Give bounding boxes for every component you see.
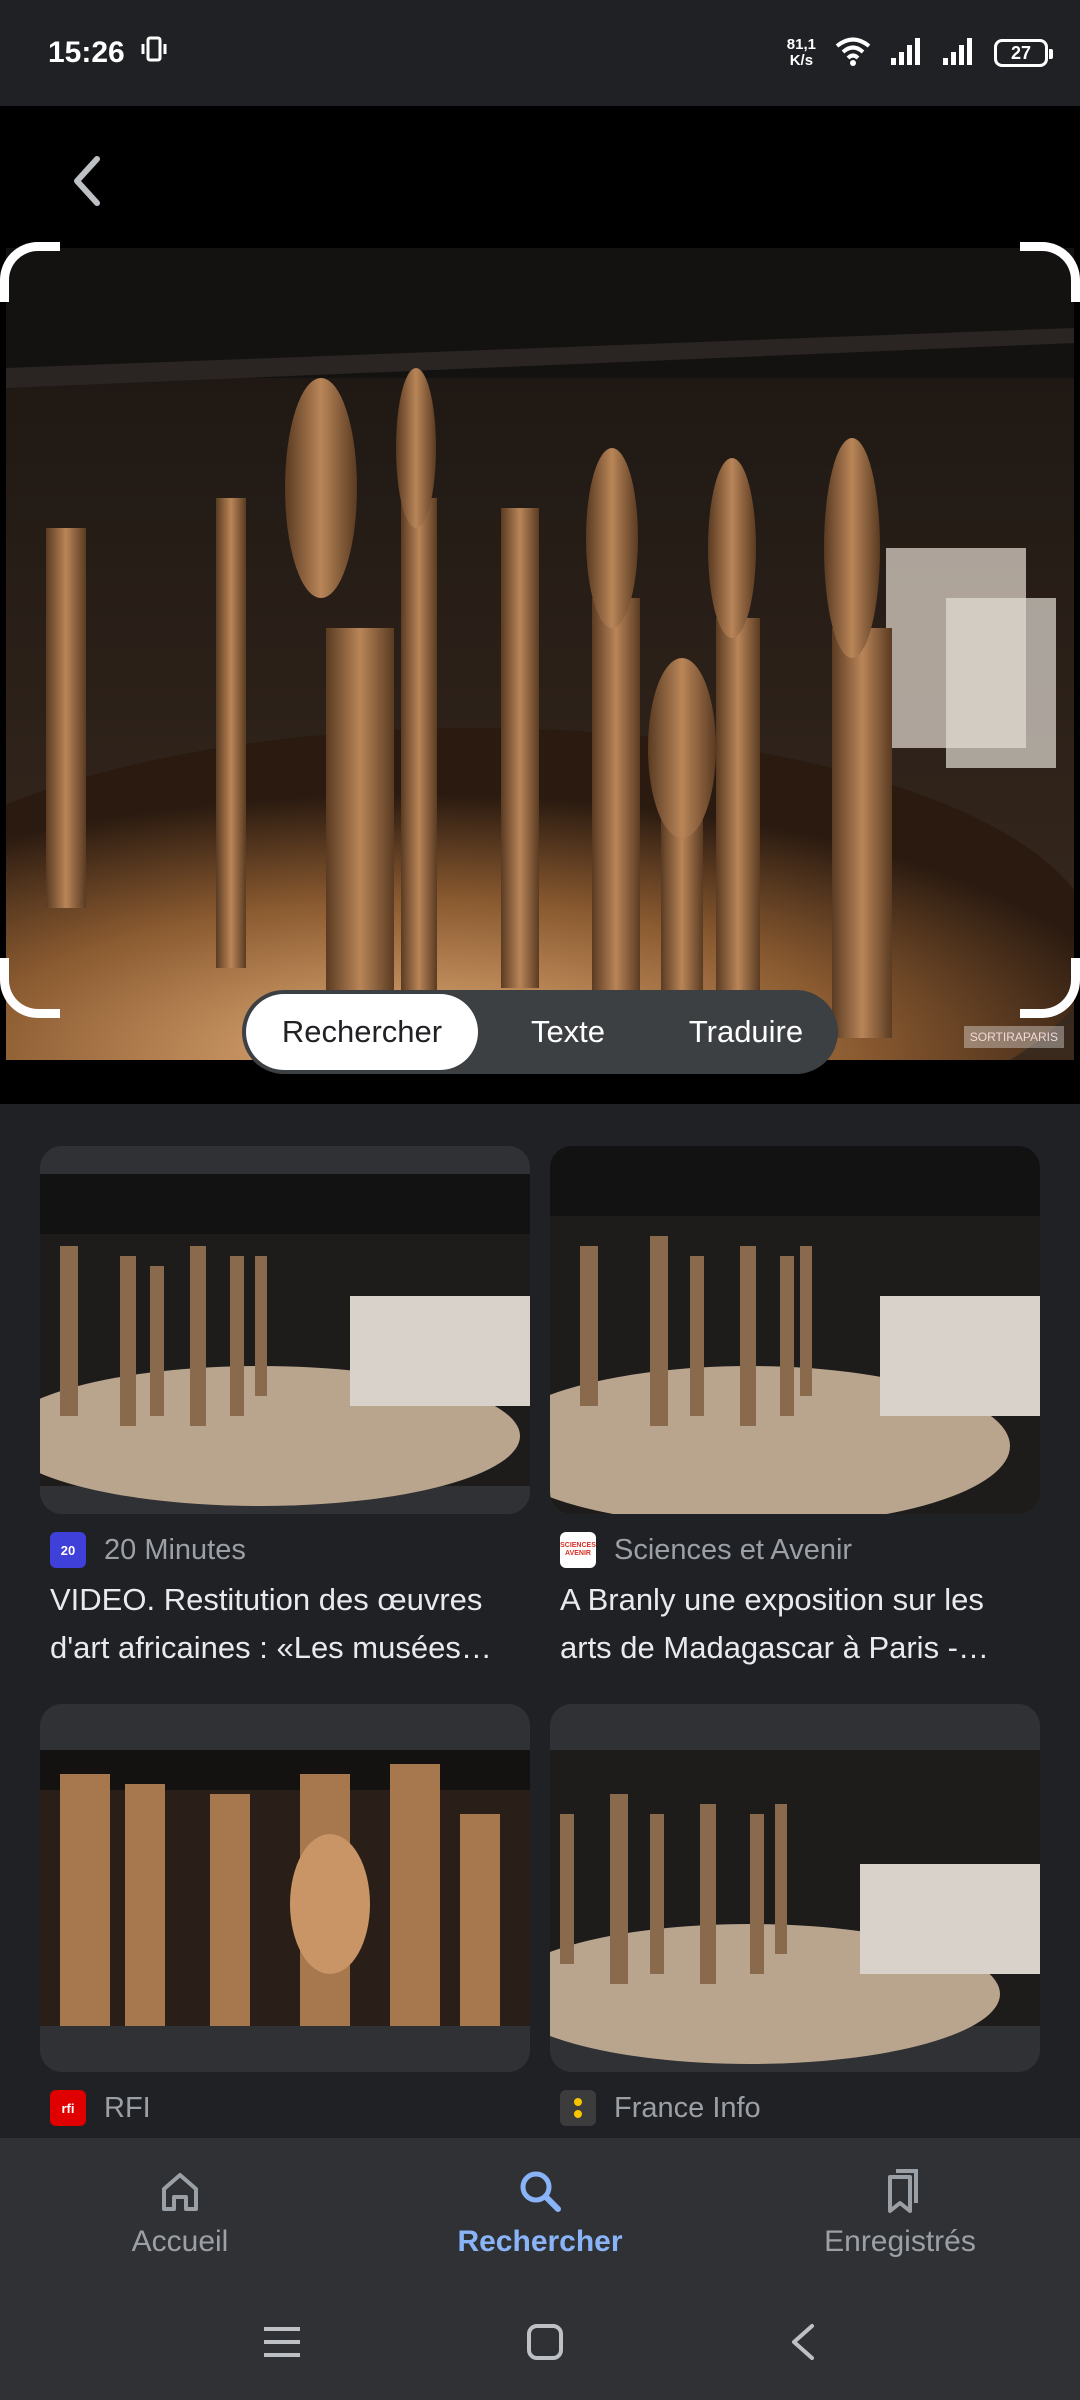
result-thumbnail[interactable] <box>550 1704 1040 2072</box>
result-source: Sciences et Avenir <box>614 1533 853 1566</box>
favicon-rfi-icon: rfi <box>50 2090 86 2126</box>
result-card[interactable]: rfi RFI <box>40 1704 530 2126</box>
result-title[interactable]: A Branly une exposition sur les arts de … <box>550 1576 1030 1672</box>
network-speed: 81,1 K/s <box>786 36 816 69</box>
result-card[interactable]: 20 20 Minutes VIDEO. Restitution des œuv… <box>40 1146 530 1672</box>
home-icon <box>162 2173 198 2211</box>
chevron-left-icon <box>74 156 100 206</box>
back-nav-icon[interactable] <box>788 2322 818 2367</box>
nav-rechercher[interactable]: Rechercher <box>390 2167 690 2259</box>
menu-icon[interactable] <box>262 2325 302 2364</box>
favicon-20minutes-icon: 20 <box>50 1532 86 1568</box>
result-thumbnail[interactable] <box>40 1704 530 2072</box>
bottom-navigation: Accueil Rechercher Enregistrés <box>0 2138 1080 2288</box>
nav-label: Enregistrés <box>824 2225 976 2258</box>
lens-mode-tabs: Rechercher Texte Traduire <box>242 990 838 1074</box>
nav-label: Accueil <box>131 2225 229 2258</box>
status-bar: 15:26 81,1 K/s 27 <box>0 0 1080 106</box>
back-button[interactable] <box>52 146 122 216</box>
battery-indicator: 27 <box>994 39 1053 67</box>
vibrate-icon <box>139 34 169 72</box>
nav-enregistres[interactable]: Enregistrés <box>750 2167 1050 2259</box>
result-thumbnail[interactable] <box>40 1146 530 1514</box>
result-title[interactable]: VIDEO. Restitution des œuvres d'art afri… <box>40 1576 520 1672</box>
signal-icon-2 <box>942 36 976 71</box>
signal-icon <box>890 36 924 71</box>
home-button-icon[interactable] <box>525 2322 565 2367</box>
search-icon <box>520 2171 561 2212</box>
selected-image[interactable]: SORTIRAPARIS <box>6 248 1074 1060</box>
image-watermark: SORTIRAPARIS <box>963 1026 1064 1048</box>
tab-rechercher[interactable]: Rechercher <box>246 994 478 1070</box>
visual-matches: 20 20 Minutes VIDEO. Restitution des œuv… <box>0 1104 1080 2138</box>
nav-label: Rechercher <box>457 2225 623 2258</box>
tab-texte[interactable]: Texte <box>478 994 658 1070</box>
result-source: RFI <box>104 2091 151 2124</box>
result-card[interactable]: SCIENCES AVENIR Sciences et Avenir A Bra… <box>550 1146 1040 1672</box>
nav-accueil[interactable]: Accueil <box>30 2167 330 2259</box>
tab-traduire[interactable]: Traduire <box>658 994 834 1070</box>
result-thumbnail[interactable] <box>550 1146 1040 1514</box>
bookmarks-icon <box>888 2169 918 2213</box>
result-card[interactable]: France Info <box>550 1704 1040 2126</box>
status-time: 15:26 <box>48 36 125 69</box>
result-source: France Info <box>614 2091 761 2124</box>
result-source: 20 Minutes <box>104 1533 246 1566</box>
favicon-france-info-icon <box>560 2090 596 2126</box>
favicon-sciences-avenir-icon: SCIENCES AVENIR <box>560 1532 596 1568</box>
wifi-icon <box>834 36 872 71</box>
lens-preview: SORTIRAPARIS Rechercher Texte Traduire <box>0 106 1080 1104</box>
system-navigation <box>0 2288 1080 2400</box>
